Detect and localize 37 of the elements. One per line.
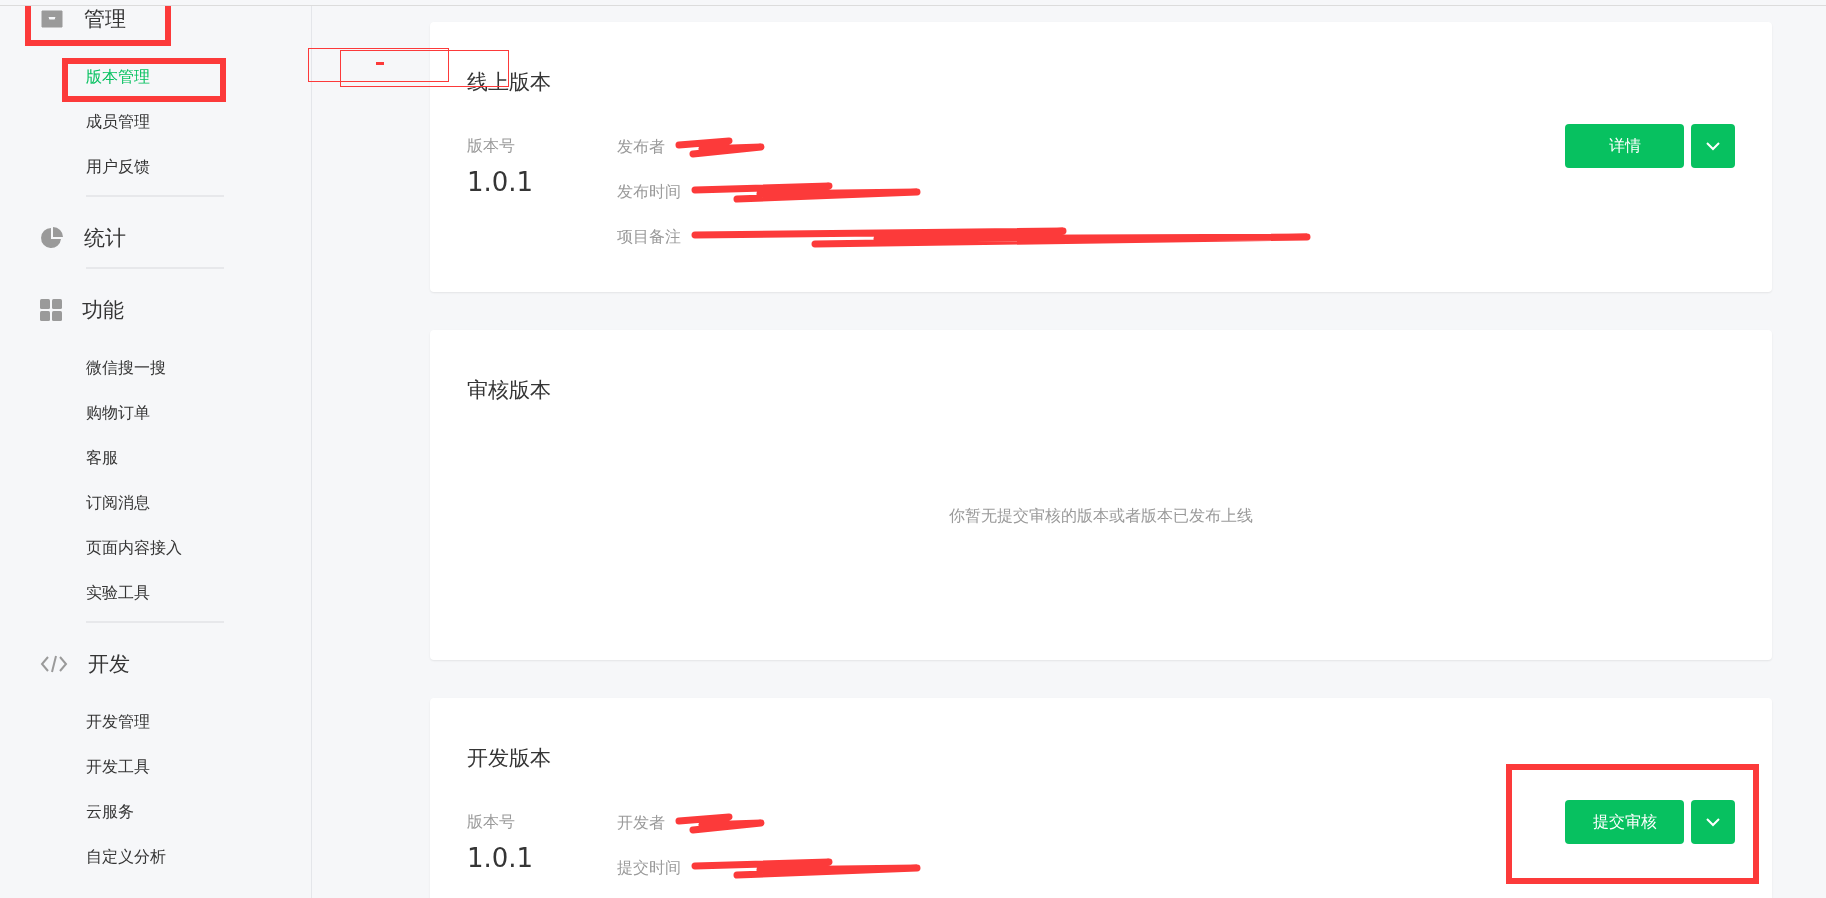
empty-message: 你暂无提交审核的版本或者版本已发布上线 xyxy=(948,506,1254,527)
field-label: 发布者 xyxy=(617,136,665,158)
dropdown-button[interactable] xyxy=(1691,800,1735,844)
card-title: 开发版本 xyxy=(467,745,552,772)
dropdown-button[interactable] xyxy=(1691,124,1735,168)
field-label: 项目备注 xyxy=(617,226,681,248)
section-title[interactable]: 开发 xyxy=(88,650,130,678)
caret-icon xyxy=(1706,141,1720,151)
field-label: 提交时间 xyxy=(617,857,681,879)
sidebar-item[interactable]: 订阅消息 xyxy=(86,480,311,525)
sidebar-item[interactable]: 客服 xyxy=(86,435,311,480)
code-icon xyxy=(40,654,68,674)
sidebar-item[interactable]: 用户反馈 xyxy=(86,144,311,189)
sidebar-item[interactable]: 自定义分析 xyxy=(86,834,311,879)
version-label: 版本号 xyxy=(467,136,516,157)
grid-icon xyxy=(40,299,62,321)
sidebar-item[interactable]: 微信搜一搜 xyxy=(86,345,311,390)
sidebar-item[interactable]: 成员管理 xyxy=(86,99,311,144)
card-title: 审核版本 xyxy=(467,377,552,404)
sidebar-item[interactable]: 开发管理 xyxy=(86,699,311,744)
version-label: 版本号 xyxy=(467,812,516,833)
version-number: 1.0.1 xyxy=(467,167,535,197)
sidebar-item[interactable]: 页面内容接入 xyxy=(86,525,311,570)
version-number: 1.0.1 xyxy=(467,843,535,873)
caret-icon xyxy=(1706,817,1720,827)
field-label: 开发者 xyxy=(617,812,665,834)
sidebar-item[interactable]: 购物订单 xyxy=(86,390,311,435)
dash-mark xyxy=(376,62,384,65)
inbox-icon xyxy=(40,9,64,29)
section-title[interactable]: 管理 xyxy=(84,6,126,33)
field-label: 发布时间 xyxy=(617,181,681,203)
section-title[interactable]: 功能 xyxy=(82,296,124,324)
pie-chart-icon xyxy=(40,226,64,250)
sidebar-item[interactable]: 云服务 xyxy=(86,789,311,834)
sidebar-item[interactable]: 实验工具 xyxy=(86,570,311,615)
section-title[interactable]: 统计 xyxy=(84,224,126,252)
sidebar-item[interactable]: 开发工具 xyxy=(86,744,311,789)
